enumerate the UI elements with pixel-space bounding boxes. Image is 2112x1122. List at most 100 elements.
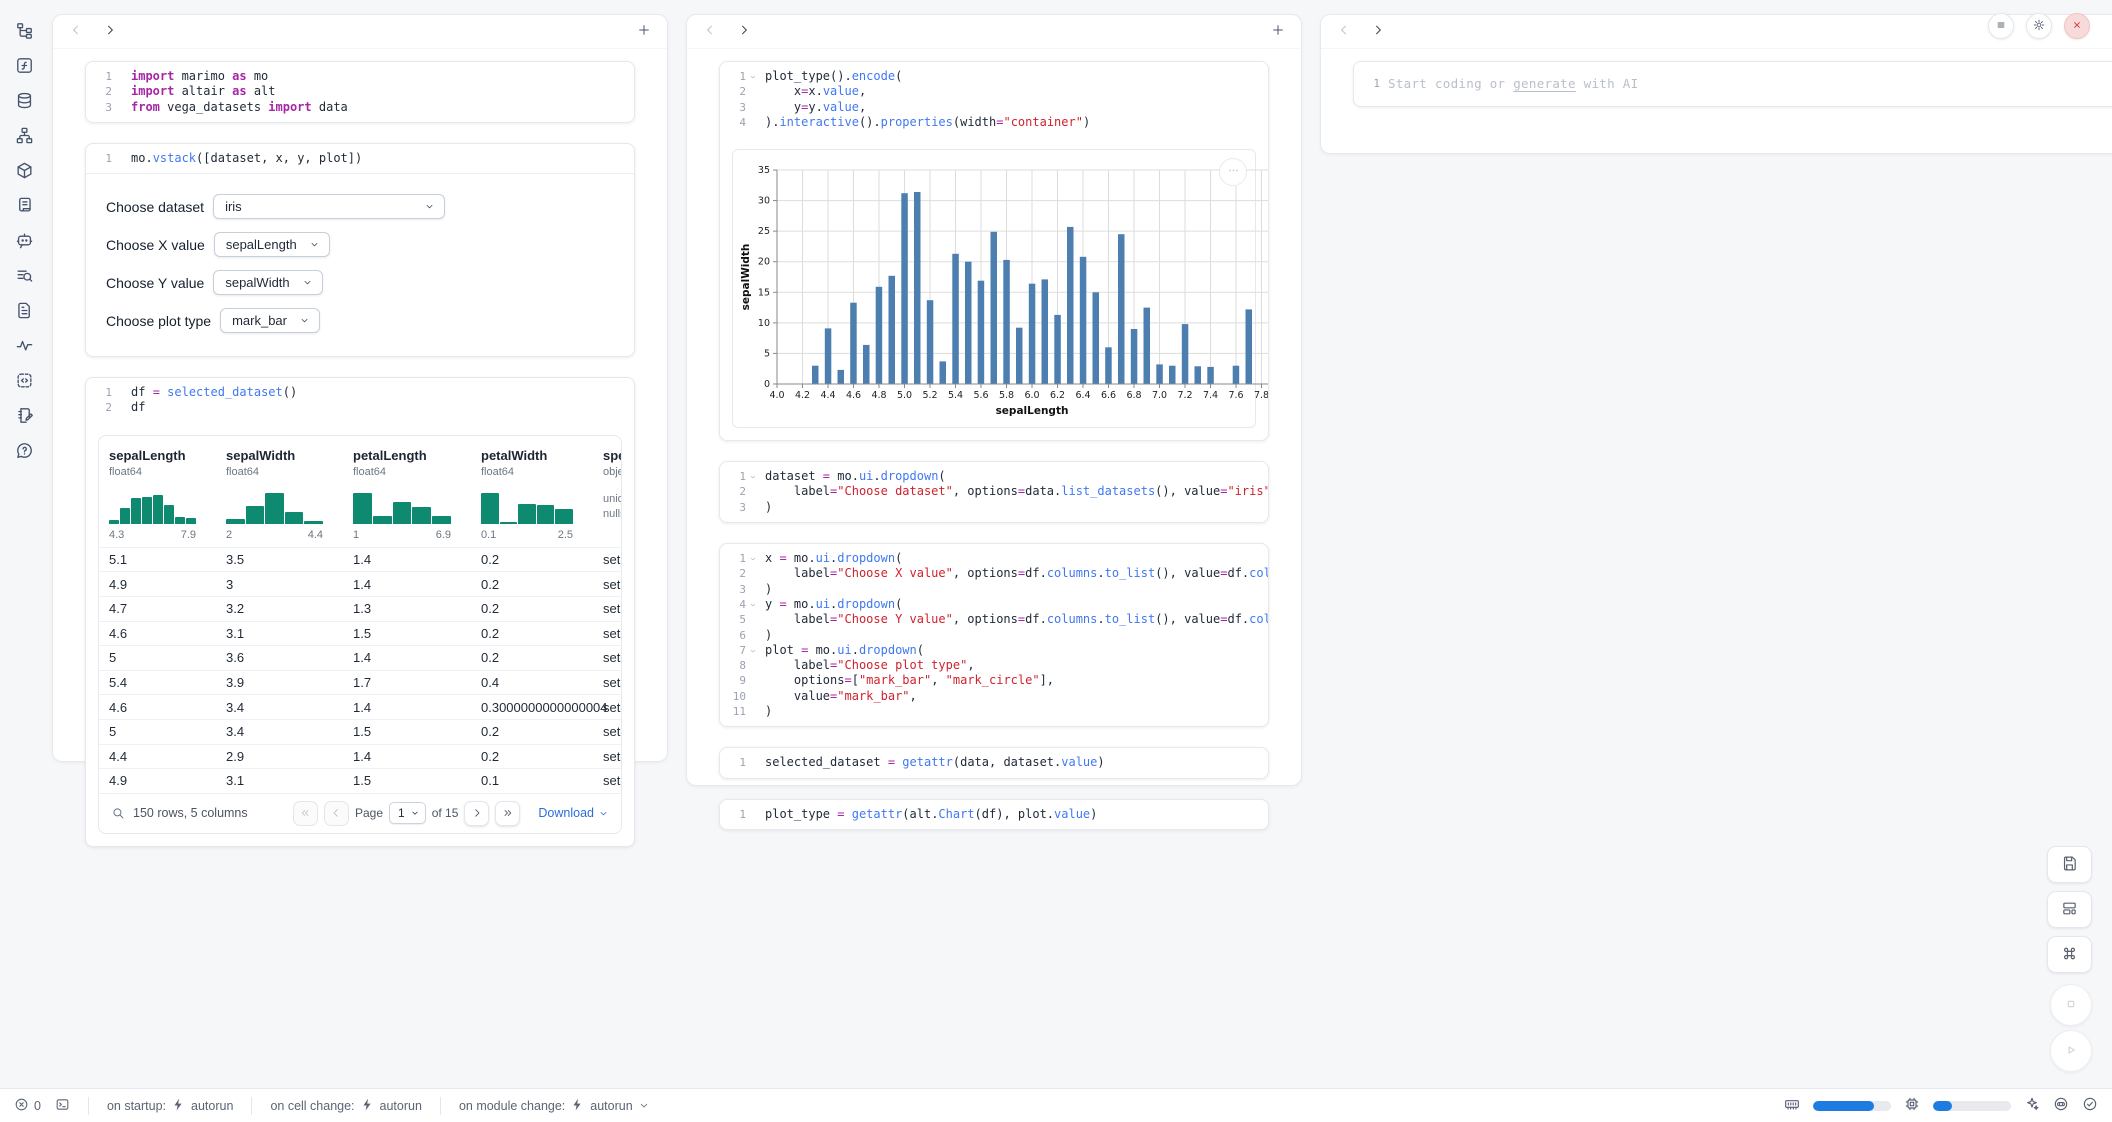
table-cell: 0.1: [481, 773, 603, 788]
column-prev-button[interactable]: [69, 23, 83, 40]
chart-actions-button[interactable]: [1219, 158, 1247, 186]
code-editor[interactable]: 1selected_dataset = getattr(data, datase…: [720, 748, 1268, 777]
table-row[interactable]: 5.13.51.40.2setos: [99, 547, 621, 572]
plus-icon: [637, 23, 651, 40]
sidebar-item-outline[interactable]: [9, 193, 39, 220]
last-page-button[interactable]: [495, 801, 520, 826]
keyboard-shortcuts-button[interactable]: [2047, 936, 2092, 973]
column-name[interactable]: sepalLength: [109, 448, 212, 463]
settings-button[interactable]: [2026, 13, 2052, 39]
ai-sparkle-icon[interactable]: [2024, 1096, 2040, 1115]
terminal-button[interactable]: [55, 1097, 70, 1115]
column-name[interactable]: petalWidth: [481, 448, 589, 463]
column-next-button[interactable]: [103, 23, 117, 40]
page-label: Page: [355, 806, 383, 820]
code-line: 4y = mo.ui.dropdown(: [720, 597, 1260, 612]
sidebar-item-scratchpad[interactable]: [9, 403, 39, 430]
download-button[interactable]: Download: [538, 806, 609, 820]
control-row: Choose datasetiris: [106, 194, 614, 219]
code-editor[interactable]: 1import marimo as mo2import altair as al…: [86, 62, 634, 122]
code-cell-selected-dataset[interactable]: 1selected_dataset = getattr(data, datase…: [719, 747, 1269, 778]
table-row[interactable]: 4.931.40.2setos: [99, 571, 621, 596]
table-row[interactable]: 5.43.91.70.4setos: [99, 670, 621, 695]
column-name[interactable]: petalLength: [353, 448, 467, 463]
sidebar-item-dependency-graph[interactable]: [9, 123, 39, 150]
code-editor[interactable]: 1df = selected_dataset()2df: [86, 378, 634, 423]
runtime-config-on-startup[interactable]: on startup:autorun: [107, 1097, 233, 1115]
code-line: 2 label="Choose dataset", options=data.l…: [720, 484, 1260, 499]
table-row[interactable]: 4.93.11.50.1setos: [99, 768, 621, 793]
empty-code-cell[interactable]: 1 Start coding or generate with AI: [1353, 61, 2112, 107]
sidebar-item-logs[interactable]: [9, 263, 39, 290]
svg-text:4.6: 4.6: [846, 390, 861, 401]
table-row[interactable]: 4.63.41.40.3000000000000004setos: [99, 694, 621, 719]
sidebar-item-help[interactable]: [9, 438, 39, 465]
column-name[interactable]: sepalWidth: [226, 448, 339, 463]
dropdown-choose-plot-type[interactable]: mark_bar: [220, 308, 320, 333]
code-editor[interactable]: 1plot_type = getattr(alt.Chart(df), plot…: [720, 800, 1268, 829]
code-cell-dataframe[interactable]: 1df = selected_dataset()2df sepalLength f…: [85, 377, 635, 847]
line-number: 2: [720, 484, 746, 499]
runtime-config-on-module-change[interactable]: on module change:autorun: [459, 1097, 650, 1115]
copilot-icon[interactable]: [2053, 1096, 2069, 1115]
dropdown-choose-dataset[interactable]: iris: [213, 194, 445, 219]
line-number: 1: [1354, 76, 1380, 92]
code-cell-chart[interactable]: 1plot_type().encode(2 x=x.value,3 y=y.va…: [719, 61, 1269, 441]
code-cell-xyplot-dropdowns[interactable]: 1x = mo.ui.dropdown(2 label="Choose X va…: [719, 543, 1269, 727]
search-icon[interactable]: [111, 806, 125, 820]
column-next-button[interactable]: [737, 23, 751, 40]
database-icon: [15, 91, 34, 113]
sidebar-item-documentation[interactable]: [9, 298, 39, 325]
line-number: 3: [720, 582, 746, 597]
stop-button[interactable]: [2050, 984, 2092, 1026]
errors-indicator[interactable]: 0: [14, 1097, 41, 1115]
code-editor[interactable]: 1x = mo.ui.dropdown(2 label="Choose X va…: [720, 544, 1268, 726]
shutdown-button[interactable]: [2064, 13, 2090, 39]
table-row[interactable]: 4.63.11.50.2setos: [99, 621, 621, 646]
run-button[interactable]: [2050, 1030, 2092, 1072]
generate-link[interactable]: generate: [1513, 76, 1576, 91]
code-cell-vstack[interactable]: 1mo.vstack([dataset, x, y, plot]) Choose…: [85, 143, 635, 357]
column-prev-button[interactable]: [703, 23, 717, 40]
menu-button[interactable]: [1988, 13, 2014, 39]
prev-page-button[interactable]: [324, 801, 349, 826]
sidebar-item-packages[interactable]: [9, 158, 39, 185]
code-editor-empty[interactable]: 1 Start coding or generate with AI: [1354, 62, 2112, 106]
sidebar-item-datasources[interactable]: [9, 88, 39, 115]
column-dtype: float64: [109, 466, 212, 478]
add-column-button[interactable]: [1271, 23, 1285, 40]
code-cell-imports[interactable]: 1import marimo as mo2import altair as al…: [85, 61, 635, 123]
table-footer: 150 rows, 5 columnsPage1of 15Download: [99, 793, 621, 833]
connection-status-icon[interactable]: [2082, 1096, 2098, 1115]
dropdown-choose-x-value[interactable]: sepalLength: [214, 232, 330, 257]
column-prev-button[interactable]: [1337, 23, 1351, 40]
sidebar-item-tracing[interactable]: [9, 333, 39, 360]
layout-button[interactable]: [2047, 891, 2092, 928]
sidebar-item-variables[interactable]: [9, 53, 39, 80]
code-cell-plot-type[interactable]: 1plot_type = getattr(alt.Chart(df), plot…: [719, 799, 1269, 830]
table-row[interactable]: 53.41.50.2setos: [99, 719, 621, 744]
code-editor[interactable]: 1mo.vstack([dataset, x, y, plot]): [86, 144, 634, 173]
sidebar-item-ai-chat[interactable]: [9, 228, 39, 255]
next-page-button[interactable]: [464, 801, 489, 826]
save-button[interactable]: [2047, 846, 2092, 883]
code-cell-dataset-dropdown[interactable]: 1dataset = mo.ui.dropdown(2 label="Choos…: [719, 461, 1269, 523]
sidebar-item-file-explorer[interactable]: [9, 18, 39, 45]
column-name[interactable]: speci: [603, 448, 621, 463]
table-row[interactable]: 4.73.21.30.2setos: [99, 596, 621, 621]
page-select[interactable]: 1: [389, 802, 426, 824]
table-cell: setos: [603, 626, 621, 641]
line-number: 1: [720, 69, 746, 84]
code-editor[interactable]: 1dataset = mo.ui.dropdown(2 label="Choos…: [720, 462, 1268, 522]
add-column-button[interactable]: [637, 23, 651, 40]
stop-icon: [2062, 995, 2080, 1016]
table-row[interactable]: 4.42.91.40.2setos: [99, 744, 621, 769]
column-next-button[interactable]: [1371, 23, 1385, 40]
first-page-button[interactable]: [293, 801, 318, 826]
runtime-config-on-cell-change[interactable]: on cell change:autorun: [270, 1097, 422, 1115]
code-editor[interactable]: 1plot_type().encode(2 x=x.value,3 y=y.va…: [720, 62, 1268, 137]
dropdown-choose-y-value[interactable]: sepalWidth: [213, 270, 322, 295]
sidebar-item-snippets[interactable]: [9, 368, 39, 395]
table-row[interactable]: 53.61.40.2setos: [99, 645, 621, 670]
bar-chart[interactable]: 4.04.24.44.64.85.05.25.45.65.86.06.26.46…: [739, 162, 1269, 418]
